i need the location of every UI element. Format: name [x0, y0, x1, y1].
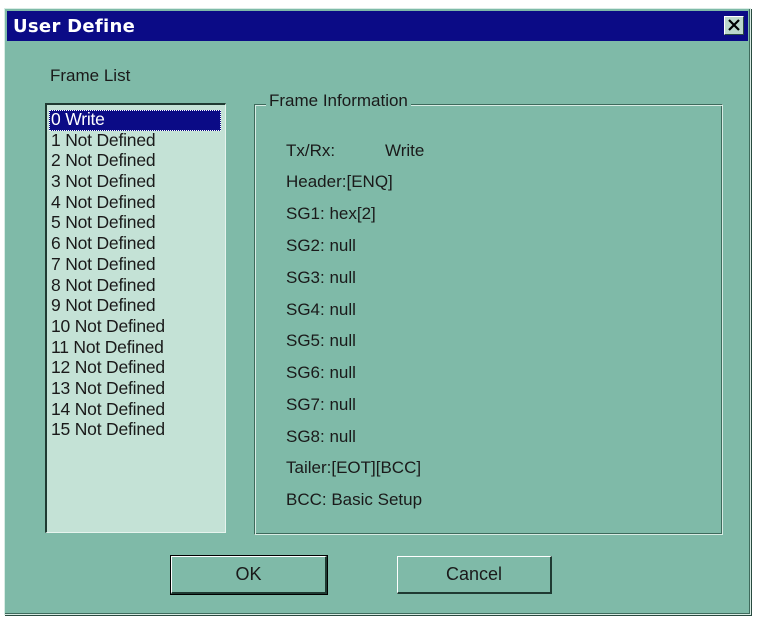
- sg2-info: SG2: null: [286, 236, 356, 255]
- frame-list-item[interactable]: 7 Not Defined: [49, 254, 221, 276]
- frame-list-label: Frame List: [50, 66, 131, 85]
- bcc-info: BCC: Basic Setup: [286, 490, 423, 509]
- frame-list-item[interactable]: 0 Write: [49, 110, 221, 131]
- sg4-info: SG4: null: [286, 300, 356, 319]
- frame-list-item[interactable]: 12 Not Defined: [49, 358, 221, 379]
- sg5-info: SG5: null: [286, 331, 356, 350]
- cancel-button[interactable]: Cancel: [397, 556, 552, 594]
- title-bar[interactable]: User Define: [7, 11, 748, 41]
- frame-list-item[interactable]: 13 Not Defined: [49, 379, 221, 400]
- txrx-value: Write: [385, 141, 425, 160]
- frame-list-item[interactable]: 3 Not Defined: [49, 172, 221, 193]
- frame-list-item[interactable]: 1 Not Defined: [49, 130, 221, 152]
- close-icon: [728, 19, 740, 31]
- frame-list-item[interactable]: 10 Not Defined: [49, 317, 221, 338]
- sg3-info: SG3: null: [286, 268, 356, 287]
- frame-list-items: 0 Write 1 Not Defined 2 Not Defined 3 Not D…: [49, 110, 221, 441]
- frame-list-item[interactable]: 9 Not Defined: [49, 296, 221, 317]
- frame-list-item[interactable]: 4 Not Defined: [49, 192, 221, 214]
- close-button[interactable]: [724, 16, 744, 35]
- frame-list-item[interactable]: 14 Not Defined: [49, 399, 221, 421]
- frame-listbox[interactable]: 0 Write 1 Not Defined 2 Not Defined 3 Not D…: [45, 103, 226, 533]
- tailer-info: Tailer:[EOT][BCC]: [286, 458, 422, 477]
- sg1-info: SG1: hex[2]: [286, 204, 376, 223]
- frame-list-item[interactable]: 5 Not Defined: [49, 213, 221, 234]
- frame-information-title: Frame Information: [266, 91, 411, 111]
- frame-list-item[interactable]: 6 Not Defined: [49, 234, 221, 255]
- frame-list-item[interactable]: 15 Not Defined: [49, 420, 221, 441]
- frame-list-item[interactable]: 11 Not Defined: [49, 337, 221, 359]
- txrx-label: Tx/Rx:: [286, 141, 336, 160]
- frame-list-item[interactable]: 8 Not Defined: [49, 275, 221, 297]
- ok-button[interactable]: OK: [170, 555, 328, 595]
- frame-list-item[interactable]: 2 Not Defined: [49, 151, 221, 172]
- sg8-info: SG8: null: [286, 427, 356, 446]
- sg6-info: SG6: null: [286, 363, 356, 382]
- window-title: User Define: [13, 16, 136, 37]
- sg7-info: SG7: null: [286, 395, 356, 414]
- header-info: Header:[ENQ]: [286, 172, 393, 191]
